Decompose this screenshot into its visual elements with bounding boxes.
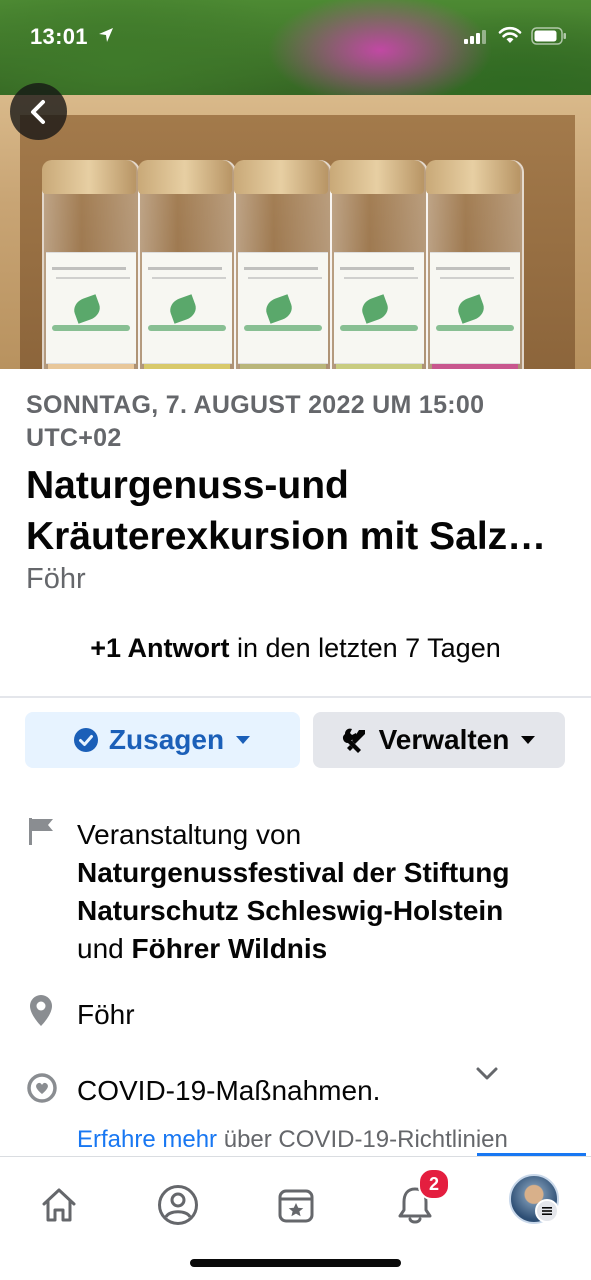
jar-illustration	[426, 160, 524, 369]
event-title-line-2: Kräuterexkursion mit Salz…	[26, 515, 547, 558]
wifi-icon	[498, 26, 522, 43]
event-date: SONNTAG, 7. AUGUST 2022 UM 15:00 UTC+02	[26, 391, 485, 452]
event-place[interactable]: Föhr	[26, 563, 86, 596]
flag-icon	[29, 818, 53, 845]
jar-illustration	[234, 160, 332, 369]
organizer-joiner: und	[77, 933, 124, 964]
learn-more-suffix: über COVID-19-Richtlinien	[217, 1126, 508, 1153]
status-bar: 13:01	[0, 0, 591, 72]
answers-count: +1 Antwort	[90, 633, 230, 663]
answers-summary[interactable]: +1 Antwort in den letzten 7 Tagen	[0, 633, 591, 664]
organizer-link-2[interactable]: Föhrer Wildnis	[132, 933, 328, 964]
notifications-badge: 2	[418, 1168, 450, 1200]
covid-learn-more: Erfahre mehr über COVID-19-Richtlinien	[77, 1126, 508, 1154]
location-pin-icon	[30, 995, 52, 1026]
tab-home[interactable]	[29, 1175, 89, 1235]
chevron-down-icon[interactable]	[475, 1066, 499, 1082]
check-circle-icon	[73, 728, 98, 752]
going-button[interactable]: Zusagen	[25, 712, 300, 768]
home-icon	[42, 1188, 76, 1222]
divider	[0, 696, 591, 698]
manage-button-label: Verwalten	[378, 724, 510, 755]
profile-icon	[158, 1185, 198, 1225]
events-icon	[278, 1189, 314, 1223]
chevron-left-icon	[30, 99, 45, 124]
manage-button[interactable]: Verwalten	[313, 712, 565, 768]
answers-suffix: in den letzten 7 Tagen	[229, 633, 501, 663]
status-time: 13:01	[30, 24, 88, 49]
tools-icon	[342, 728, 365, 753]
back-button[interactable]	[10, 83, 67, 140]
covid-title: COVID-19-Maßnahmen.	[77, 1075, 381, 1106]
jar-illustration	[42, 160, 140, 369]
event-title: Naturgenuss-und Kräuterexkursion mit Sal…	[26, 460, 574, 562]
menu-icon[interactable]	[535, 1199, 559, 1223]
battery-icon	[531, 27, 566, 45]
cellular-signal-icon	[464, 30, 486, 44]
caret-down-icon	[236, 736, 251, 744]
organizer-link-1[interactable]: Naturgenussfestival der Stiftung Natursc…	[77, 857, 510, 926]
learn-more-link[interactable]: Erfahre mehr	[77, 1126, 217, 1153]
tab-profile[interactable]	[148, 1175, 208, 1235]
tab-events[interactable]	[266, 1175, 326, 1235]
home-indicator[interactable]	[190, 1259, 401, 1267]
location-arrow-icon	[99, 28, 113, 42]
hamburger-icon	[542, 1207, 552, 1215]
organizer-prefix: Veranstaltung von	[77, 819, 302, 850]
heart-hands-icon	[27, 1073, 57, 1103]
going-button-label: Zusagen	[108, 724, 225, 755]
event-title-line-1: Naturgenuss-und	[26, 464, 349, 507]
caret-down-icon	[521, 736, 536, 744]
organizer-text: Veranstaltung von Naturgenussfestival de…	[77, 816, 577, 968]
jar-illustration	[330, 160, 428, 369]
location-text: Föhr	[77, 999, 135, 1030]
jar-illustration	[138, 160, 236, 369]
